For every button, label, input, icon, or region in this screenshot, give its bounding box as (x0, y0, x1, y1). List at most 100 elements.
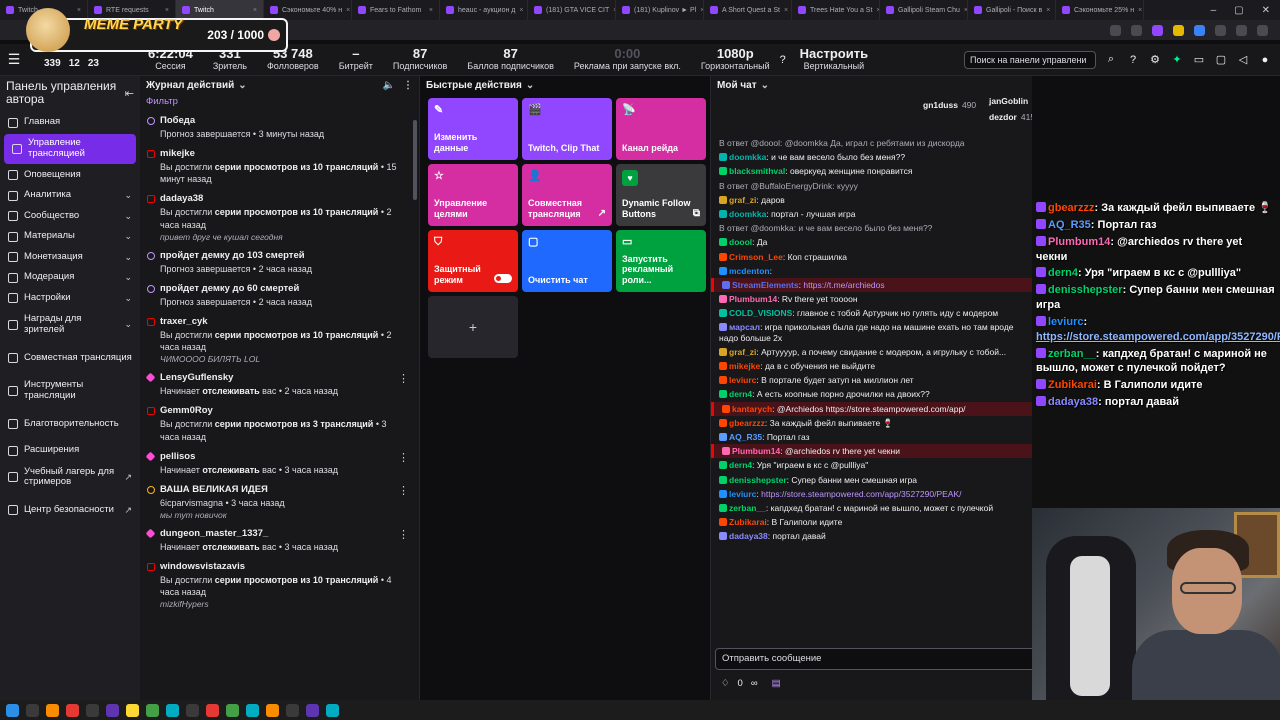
browser-tab[interactable]: Gallipoli - Поиск в × (968, 0, 1056, 20)
app-icon[interactable] (226, 703, 239, 717)
app-icon[interactable] (106, 703, 119, 717)
quick-action-button[interactable]: ☆ Управление целями (428, 164, 518, 226)
close-icon[interactable]: × (253, 7, 257, 14)
chat-username[interactable]: graf_zi (729, 195, 756, 205)
menu-icon[interactable] (1257, 24, 1268, 36)
more-icon[interactable]: ⋮ (398, 484, 409, 497)
chat-message[interactable]: В ответ @doool: @doomkka Да, играл с реб… (711, 136, 1032, 150)
stat-item[interactable]: Настроить Вертикальный (790, 47, 878, 71)
chat-username[interactable]: Crimson_Lee (729, 252, 783, 262)
chat-username[interactable]: graf_zi (729, 347, 756, 357)
browser-tab[interactable]: heauc - аукцион д × (440, 0, 528, 20)
chat-username[interactable]: kantarych (732, 404, 772, 414)
chat-username[interactable]: StreamElements (732, 280, 799, 290)
browser-tab[interactable]: Trees Hate You a St× (792, 0, 880, 20)
close-icon[interactable]: × (346, 7, 350, 14)
quick-action-button[interactable]: ▭ Запустить рекламный роли... (616, 230, 706, 292)
sidebar-item[interactable]: Центр безопасности ↗ (0, 494, 140, 527)
app-icon[interactable] (86, 703, 99, 717)
search-icon[interactable] (1110, 24, 1121, 36)
chat-message[interactable]: dadaya38: портал давай (711, 529, 1032, 543)
browser-tab[interactable]: Сэкономьте 25% н × (1056, 0, 1144, 20)
close-icon[interactable]: × (1046, 7, 1050, 14)
app-icon[interactable] (286, 703, 299, 717)
chevron-down-icon[interactable]: ⌄ (238, 80, 246, 91)
filter-button[interactable]: Фильтр (140, 94, 419, 111)
chat-message-input[interactable]: Отправить сообщение (715, 648, 1032, 670)
activity-event[interactable]: пройдет демку до 103 смертей Прогноз заве… (140, 246, 419, 279)
sidebar-item[interactable]: Материалы ⌄ (0, 226, 140, 247)
chat-message[interactable]: denisshepster: Супер банни мен смешная и… (711, 473, 1032, 487)
activity-event[interactable]: dungeon_master_1337_ Начинает отслеживать… (140, 524, 419, 557)
chat-username[interactable]: AQ_R35 (729, 432, 762, 442)
extension-icon[interactable] (1152, 24, 1163, 36)
activity-event[interactable]: ВАША ВЕЛИКАЯ ИДЕЯ 6icparvismagna • 3 часа… (140, 480, 419, 524)
browser-tab[interactable]: Gallipoli Steam Chu × (880, 0, 968, 20)
extension-icon[interactable] (1173, 24, 1184, 36)
chat-message[interactable]: gbearzzz: За каждый фейл выпиваете 🍷 (711, 416, 1032, 430)
notification-icon[interactable]: ▢ (1214, 53, 1228, 67)
activity-event[interactable]: Gemm0Roy Вы достигли серии просмотров из … (140, 401, 419, 446)
chat-username[interactable]: doomkka (729, 152, 766, 162)
profile-icon[interactable] (1236, 24, 1247, 36)
sidebar-item[interactable]: Монетизация ⌄ (0, 247, 140, 268)
app-icon[interactable] (46, 703, 59, 717)
app-icon[interactable] (266, 703, 279, 717)
app-icon[interactable] (306, 703, 319, 717)
extension-icon[interactable] (1215, 24, 1226, 36)
menu-icon[interactable]: ☰ (0, 51, 28, 68)
quick-action-button[interactable]: 👤 Совместная трансляция ↗ (522, 164, 612, 226)
chat-message[interactable]: kantarych: @Archiedos https://store.stea… (711, 401, 1032, 416)
chat-username[interactable]: leviurc (729, 489, 756, 499)
chat-message[interactable]: Crimson_Lee: Коп страшилка (711, 250, 1032, 264)
inbox-icon[interactable]: ▭ (1192, 53, 1206, 67)
close-icon[interactable]: × (784, 7, 788, 14)
stat-item[interactable]: 0:00 Реклама при запуске вкл. (564, 47, 691, 71)
chat-message[interactable]: В ответ @doomkka: и че вам весело было б… (711, 221, 1032, 235)
search-icon[interactable]: ⌕ (1104, 53, 1118, 67)
sidebar-item[interactable]: Инструменты трансляции (0, 374, 140, 407)
sidebar-item[interactable]: Главная (0, 112, 140, 133)
chat-username[interactable]: doool (729, 237, 752, 247)
chat-message[interactable]: Plumbum14: @archiedos rv there yet чекни (711, 444, 1032, 459)
chat-username[interactable]: mcdenton (729, 266, 770, 276)
sidebar-item[interactable]: Аналитика ⌄ (0, 185, 140, 206)
app-icon[interactable] (66, 703, 79, 717)
chat-username[interactable]: doomkka (729, 209, 766, 219)
stat-item[interactable]: 1080p Горизонтальный (691, 47, 780, 71)
chat-message[interactable]: leviurc: В портале будет затуп на миллио… (711, 373, 1032, 387)
browser-tab[interactable]: (181) GTA VICE CIT× (528, 0, 616, 20)
browser-tab[interactable]: Fears to Fathom × (352, 0, 440, 20)
help-icon[interactable]: ? (776, 53, 790, 67)
chat-message[interactable]: doomkka: портал - лучшая игра (711, 207, 1032, 221)
more-icon[interactable]: ⋮ (398, 372, 409, 385)
quick-action-button[interactable]: 🎬 Twitch, Clip That (522, 98, 612, 160)
activity-event[interactable]: Победа Прогноз завершается • 3 минуты наз… (140, 111, 419, 144)
activity-event[interactable]: windowsvistazavis Вы достигли серии просм… (140, 557, 419, 613)
search-icon[interactable] (26, 703, 39, 717)
chat-message[interactable]: doomkka: и че вам весело было без меня?? (711, 150, 1032, 164)
chat-message[interactable]: dern4: А есть коопные порно дрочилки на … (711, 387, 1032, 401)
quick-action-button[interactable]: 📡 Канал рейда (616, 98, 706, 160)
add-quick-action-button[interactable]: + (428, 296, 518, 358)
browser-tab[interactable]: A Short Quest a St × (704, 0, 792, 20)
browser-tab[interactable]: (181) Kuplinov ► Pl × (616, 0, 704, 20)
close-icon[interactable]: × (77, 7, 81, 14)
chat-message[interactable]: mcdenton: (711, 264, 1032, 278)
quick-action-button[interactable]: ✎ Изменить данные (428, 98, 518, 160)
chat-username[interactable]: Plumbum14 (729, 294, 777, 304)
chat-message[interactable]: blacksmithval: оверкуед женщине понравит… (711, 164, 1032, 178)
close-icon[interactable]: × (165, 7, 169, 14)
window-control-button[interactable]: ✕ (1262, 5, 1270, 16)
close-icon[interactable]: × (1138, 7, 1142, 14)
sidebar-item[interactable]: Управление трансляцией (4, 133, 136, 164)
chat-message[interactable]: AQ_R35: Портал газ (711, 430, 1032, 444)
collapse-icon[interactable]: ⇤ (125, 80, 134, 106)
sidebar-item[interactable]: Сообщество ⌄ (0, 206, 140, 227)
chat-username[interactable]: dadaya38 (729, 531, 768, 541)
channel-points-icon[interactable]: ♢ (721, 678, 730, 689)
quick-action-button[interactable]: ⛉ Защитный режим (428, 230, 518, 292)
more-icon[interactable]: ⋮ (398, 528, 409, 541)
chat-message[interactable]: zerban__: капдхед братан! с мариной не в… (711, 501, 1032, 515)
chat-username[interactable]: марсал (729, 322, 760, 332)
